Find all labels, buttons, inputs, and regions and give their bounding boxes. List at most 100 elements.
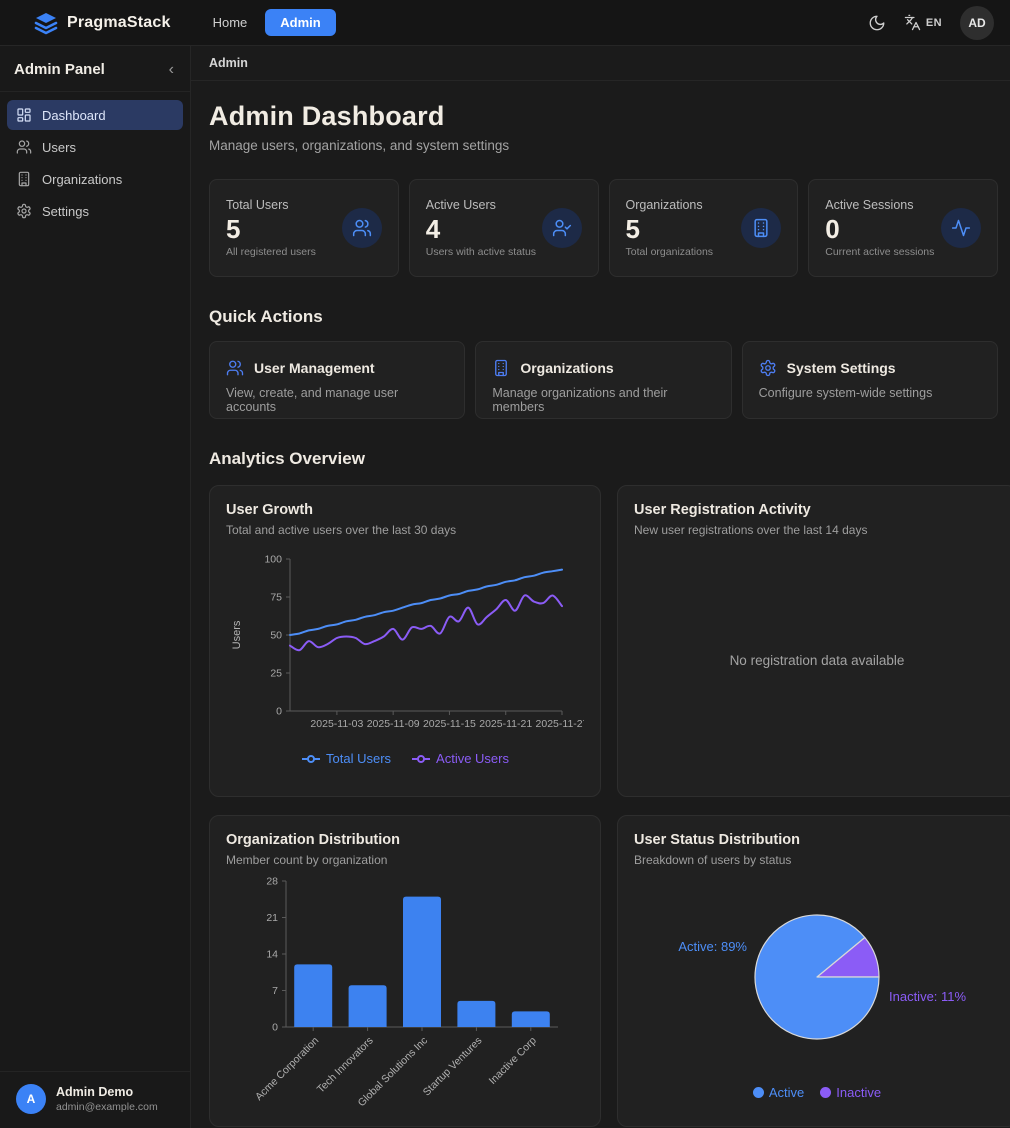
line-legend-marker: [411, 754, 431, 764]
users-icon: [226, 359, 244, 377]
legend-item-active-users[interactable]: Active Users: [411, 751, 509, 766]
chart-subtitle: Member count by organization: [226, 853, 584, 867]
quick-action-description: View, create, and manage user accounts: [226, 386, 448, 414]
language-switcher[interactable]: EN: [904, 14, 942, 31]
chart-title: User Status Distribution: [634, 832, 1000, 848]
sidebar-nav: Dashboard Users Organizations Settings: [0, 92, 190, 234]
sidebar-item-label: Settings: [42, 204, 89, 219]
users-icon: [16, 139, 32, 155]
svg-text:14: 14: [266, 949, 278, 961]
svg-text:2025-11-15: 2025-11-15: [423, 718, 476, 730]
legend-item-total-users[interactable]: Total Users: [301, 751, 391, 766]
quick-action-description: Manage organizations and their members: [492, 386, 714, 414]
quick-actions-heading: Quick Actions: [209, 307, 998, 327]
svg-text:100: 100: [264, 554, 282, 566]
breadcrumb[interactable]: Admin: [209, 56, 248, 70]
stat-caption: All registered users: [226, 246, 316, 258]
user-avatar[interactable]: AD: [960, 6, 994, 40]
users-icon: [342, 208, 382, 248]
svg-text:2025-11-27: 2025-11-27: [536, 718, 584, 730]
stat-label: Active Sessions: [825, 198, 934, 212]
nav-link-home[interactable]: Home: [203, 9, 258, 36]
sidebar-item-organizations[interactable]: Organizations: [7, 164, 183, 194]
svg-text:25: 25: [270, 668, 282, 680]
stat-caption: Users with active status: [426, 246, 536, 258]
legend-label: Active Users: [436, 751, 509, 766]
sidebar-item-users[interactable]: Users: [7, 132, 183, 162]
chart-title: User Registration Activity: [634, 502, 1000, 518]
brand[interactable]: PragmaStack: [34, 11, 171, 35]
sidebar-title: Admin Panel: [14, 61, 105, 78]
stat-label: Organizations: [626, 198, 714, 212]
growth-legend: Total Users Active Users: [301, 751, 509, 772]
pie-legend-item-active[interactable]: Active: [753, 1085, 804, 1100]
chart-subtitle: Breakdown of users by status: [634, 853, 1000, 867]
svg-text:Acme Corporation: Acme Corporation: [253, 1035, 321, 1103]
svg-text:0: 0: [272, 1022, 278, 1034]
quick-actions-grid: User ManagementView, create, and manage …: [209, 341, 998, 419]
stat-value: 0: [825, 215, 934, 244]
chart-title: User Growth: [226, 502, 584, 518]
layers-logo-icon: [34, 11, 58, 35]
analytics-heading: Analytics Overview: [209, 449, 998, 469]
pie-legend-item-inactive[interactable]: Inactive: [820, 1085, 881, 1100]
line-legend-marker: [301, 754, 321, 764]
sidebar-item-label: Organizations: [42, 172, 122, 187]
languages-icon: [904, 14, 921, 31]
chart-card-user-status: User Status Distribution Breakdown of us…: [617, 815, 1010, 1127]
quick-action-title: System Settings: [787, 360, 896, 376]
sidebar-item-dashboard[interactable]: Dashboard: [7, 100, 183, 130]
sidebar-item-label: Dashboard: [42, 108, 106, 123]
stat-value: 5: [226, 215, 316, 244]
svg-text:Inactive: 11%: Inactive: 11%: [889, 989, 967, 1004]
chart-subtitle: New user registrations over the last 14 …: [634, 523, 1000, 537]
user-growth-line-chart: 02550751002025-11-032025-11-092025-11-15…: [226, 549, 584, 749]
stat-value: 4: [426, 215, 536, 244]
chart-subtitle: Total and active users over the last 30 …: [226, 523, 584, 537]
gear-icon: [16, 203, 32, 219]
svg-text:50: 50: [270, 630, 282, 642]
building-icon: [16, 171, 32, 187]
sidebar-user[interactable]: A Admin Demo admin@example.com: [0, 1071, 190, 1128]
sidebar-item-label: Users: [42, 140, 76, 155]
nav-link-admin[interactable]: Admin: [265, 9, 335, 36]
main-nav: Home Admin: [203, 9, 336, 36]
sidebar-user-name: Admin Demo: [56, 1085, 158, 1099]
theme-toggle-moon-icon[interactable]: [868, 14, 886, 32]
stats-grid: Total Users5All registered usersActive U…: [209, 179, 998, 277]
page-title: Admin Dashboard: [209, 101, 998, 132]
empty-state-message: No registration data available: [730, 653, 905, 668]
building-icon: [741, 208, 781, 248]
quick-action-organizations[interactable]: Organizations Manage organizations and th…: [475, 341, 731, 419]
legend-dot: [820, 1087, 831, 1098]
pie-legend: Active Inactive: [753, 1085, 881, 1108]
sidebar-user-email: admin@example.com: [56, 1101, 158, 1113]
svg-text:7: 7: [272, 985, 278, 997]
quick-action-title: Organizations: [520, 360, 613, 376]
svg-text:2025-11-09: 2025-11-09: [367, 718, 420, 730]
admin-sidebar: Admin Panel ‹ Dashboard Users Organization…: [0, 46, 191, 1128]
svg-text:Inactive Corp: Inactive Corp: [487, 1035, 539, 1087]
stat-caption: Current active sessions: [825, 246, 934, 258]
stat-label: Active Users: [426, 198, 536, 212]
brand-name: PragmaStack: [67, 14, 171, 32]
sidebar-user-avatar: A: [16, 1084, 46, 1114]
quick-action-system-settings[interactable]: System SettingsConfigure system-wide set…: [742, 341, 998, 419]
chart-card-user-growth: User Growth Total and active users over …: [209, 485, 601, 797]
top-navbar: PragmaStack Home Admin EN AD: [0, 0, 1010, 46]
building-icon: [492, 359, 510, 377]
chevron-left-icon[interactable]: ‹: [169, 62, 174, 78]
stat-value: 5: [626, 215, 714, 244]
svg-text:Users: Users: [231, 620, 243, 649]
organization-bar-chart: 07142128Acme CorporationTech InnovatorsG…: [226, 867, 584, 1117]
language-label: EN: [926, 17, 942, 29]
legend-label: Active: [769, 1085, 804, 1100]
svg-text:2025-11-03: 2025-11-03: [310, 718, 363, 730]
quick-action-user-management[interactable]: User ManagementView, create, and manage …: [209, 341, 465, 419]
svg-text:2025-11-21: 2025-11-21: [479, 718, 532, 730]
sidebar-item-settings[interactable]: Settings: [7, 196, 183, 226]
user-status-pie-chart: Active: 89%Inactive: 11%: [634, 873, 1000, 1085]
svg-text:28: 28: [266, 876, 278, 888]
svg-text:Tech Innovators: Tech Innovators: [315, 1035, 376, 1096]
main-content: Admin Admin Dashboard Manage users, orga…: [191, 46, 1010, 1128]
